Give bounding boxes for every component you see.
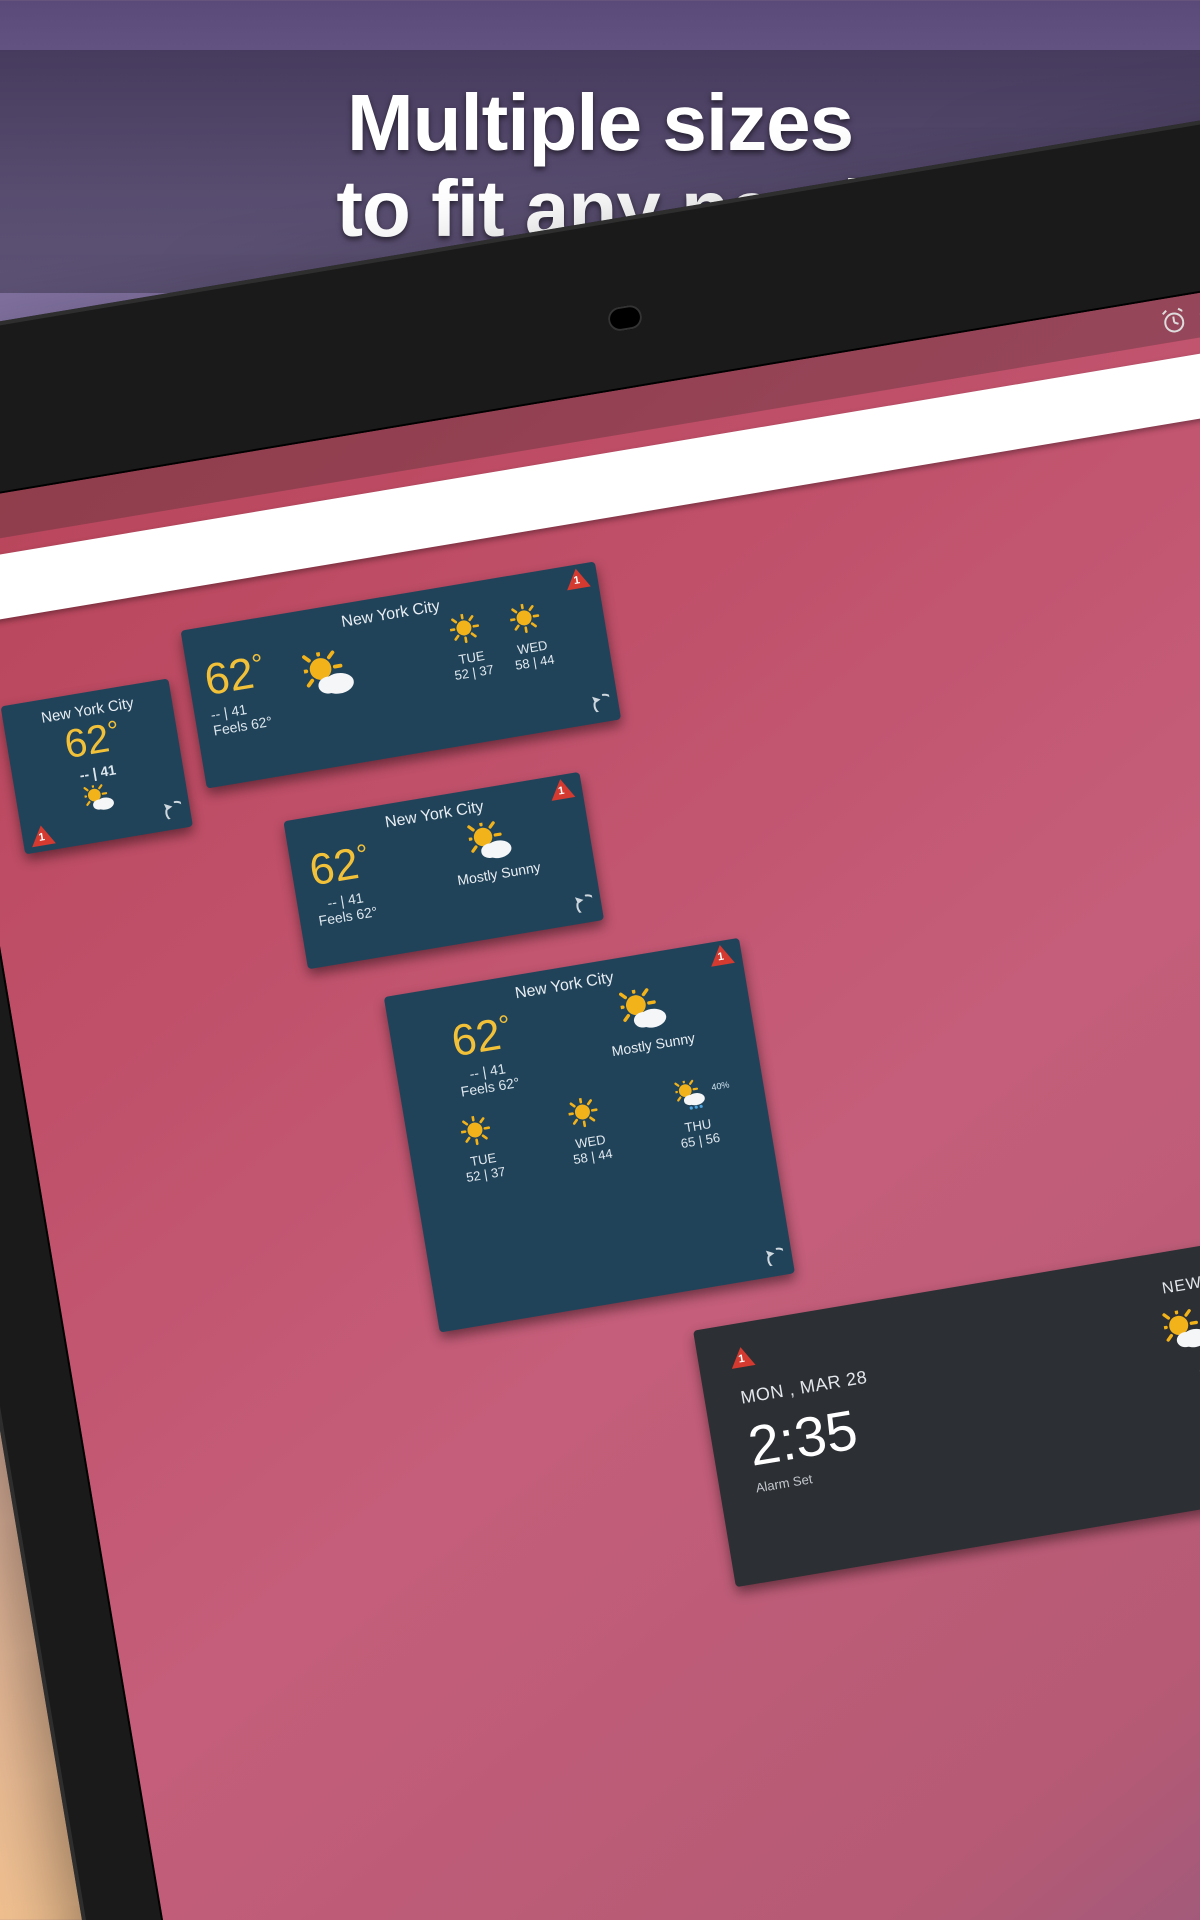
alert-badge[interactable]: 1 bbox=[29, 824, 56, 848]
current-temp: 62° bbox=[306, 840, 373, 893]
rain-icon bbox=[673, 1077, 712, 1114]
alert-badge[interactable]: 1 bbox=[548, 777, 575, 801]
alert-badge[interactable]: 1 bbox=[564, 567, 591, 591]
alarm-icon bbox=[1158, 305, 1186, 335]
refresh-button[interactable] bbox=[762, 1244, 786, 1272]
forecast-row: TUE 52 | 37 WED 58 | 44 bbox=[445, 600, 556, 683]
weather-widget-tall[interactable]: New York City 1 62° -- | 41 Feels 62° Mo… bbox=[384, 938, 795, 1333]
forecast-day: TUE 52 | 37 bbox=[445, 610, 495, 683]
sun-icon bbox=[566, 1095, 604, 1130]
headline-line-1: Multiple sizes bbox=[347, 78, 853, 167]
rain-percent: 40% bbox=[711, 1079, 730, 1092]
sun-cloud-icon bbox=[1161, 1305, 1200, 1362]
refresh-button[interactable] bbox=[160, 797, 184, 825]
forecast-day: WED 58 | 44 bbox=[505, 600, 555, 673]
weather-widget-medium[interactable]: New York City 1 62° -- | 41 Feels 62° Mo… bbox=[283, 772, 604, 969]
alert-badge[interactable]: 1 bbox=[708, 943, 735, 967]
wifi-icon bbox=[1195, 298, 1200, 328]
current-temp: 62° bbox=[449, 1011, 516, 1064]
forecast-day: 40% THU 65 | 56 bbox=[671, 1077, 721, 1152]
sun-cloud-icon bbox=[301, 646, 365, 708]
alert-badge[interactable]: 1 bbox=[729, 1345, 756, 1369]
refresh-button[interactable] bbox=[588, 690, 612, 718]
weather-widget-small[interactable]: New York City 62° -- | 41 1 bbox=[1, 678, 193, 854]
current-temp: 62° bbox=[202, 650, 269, 703]
tablet-device: 10:00 New York City 62° -- | 41 1 New Yo… bbox=[0, 87, 1200, 1920]
refresh-button[interactable] bbox=[571, 891, 595, 919]
forecast-day: TUE 52 | 37 bbox=[456, 1112, 506, 1187]
sun-cloud-icon bbox=[83, 781, 122, 821]
sun-icon bbox=[459, 1113, 497, 1148]
tablet-screen: 10:00 New York City 62° -- | 41 1 New Yo… bbox=[0, 268, 1200, 1920]
sun-icon bbox=[448, 611, 486, 646]
camera-dot bbox=[606, 303, 643, 332]
sun-icon bbox=[508, 601, 546, 636]
forecast-day: WED 58 | 44 bbox=[564, 1094, 614, 1169]
weather-widget-wide[interactable]: New York City 1 62° -- | 41 Feels 62° TU… bbox=[181, 561, 622, 788]
